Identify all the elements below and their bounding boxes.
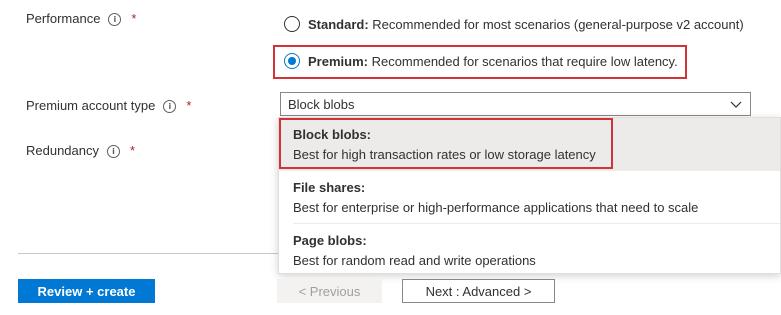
radio-premium-desc: Recommended for scenarios that require l… <box>367 53 678 69</box>
radio-premium-name: Premium: <box>308 53 368 69</box>
next-advanced-button[interactable]: Next : Advanced > <box>402 279 555 303</box>
select-value: Block blobs <box>288 96 355 112</box>
info-icon[interactable]: i <box>107 145 120 158</box>
footer-divider <box>18 253 278 254</box>
radio-standard-name: Standard: <box>308 16 369 32</box>
review-create-button[interactable]: Review + create <box>18 279 155 303</box>
radio-standard-desc: Recommended for most scenarios (general-… <box>368 16 744 32</box>
radio-circle-selected[interactable] <box>284 53 300 69</box>
block-blobs-highlight <box>279 118 613 169</box>
performance-label: Performance i * <box>26 11 137 26</box>
premium-account-type-label: Premium account type i * <box>26 98 192 113</box>
chevron-down-icon <box>730 101 742 108</box>
option-page-blobs[interactable]: Page blobs: Best for random read and wri… <box>279 224 780 274</box>
info-icon[interactable]: i <box>108 13 122 26</box>
required-marker: * <box>131 11 137 26</box>
radio-standard[interactable]: Standard: Recommended for most scenarios… <box>284 16 744 32</box>
option-file-shares[interactable]: File shares: Best for enterprise or high… <box>279 171 780 223</box>
premium-account-type-select[interactable]: Block blobs <box>280 92 751 116</box>
redundancy-label: Redundancy i * <box>26 143 136 158</box>
required-marker: * <box>130 143 136 158</box>
premium-type-dropdown: Block blobs: Best for high transaction r… <box>278 117 781 274</box>
info-icon[interactable]: i <box>163 100 177 113</box>
radio-circle[interactable] <box>284 16 300 32</box>
previous-button[interactable]: < Previous <box>277 279 382 303</box>
required-marker: * <box>186 98 192 113</box>
radio-premium[interactable]: Premium: Recommended for scenarios that … <box>284 53 678 69</box>
